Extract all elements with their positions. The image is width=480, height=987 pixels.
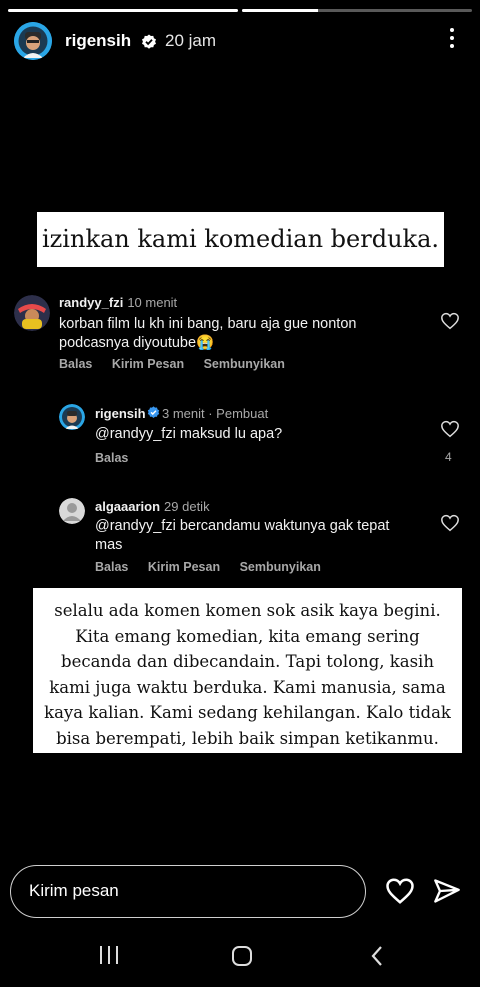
comment-text: @randyy_fzi bercandamu waktunya gak tepa… — [95, 518, 390, 553]
send-message-button[interactable]: Kirim Pesan — [112, 357, 184, 371]
comment-time: 10 menit — [127, 295, 178, 310]
commenter-avatar[interactable] — [14, 295, 50, 331]
story-timestamp: 20 jam — [165, 31, 217, 50]
story-author-name[interactable]: rigensih — [65, 31, 131, 51]
story-author-avatar[interactable] — [14, 22, 52, 60]
heart-outline-icon[interactable] — [440, 312, 460, 330]
recent-apps-icon[interactable] — [98, 945, 120, 965]
comment-username[interactable]: algaaarion 29 detik — [95, 499, 210, 514]
send-message-input[interactable]: Kirim pesan — [10, 865, 366, 918]
comment-actions: Balas Kirim Pesan Sembunyikan — [95, 560, 337, 574]
commenter-avatar[interactable] — [59, 404, 85, 430]
heart-outline-icon[interactable] — [440, 514, 460, 532]
reply-button[interactable]: Balas — [95, 560, 128, 574]
more-vertical-icon[interactable] — [445, 28, 459, 54]
comment-text: korban film lu kh ini bang, baru aja gue… — [59, 316, 357, 351]
like-count: 4 — [445, 450, 452, 464]
comment-time: 3 menit · Pembuat — [162, 406, 269, 421]
comment-actions: Balas — [95, 451, 144, 465]
comment-text: @randyy_fzi maksud lu apa? — [95, 426, 283, 442]
reply-button[interactable]: Balas — [95, 451, 128, 465]
heart-outline-icon[interactable] — [440, 420, 460, 438]
comment-actions: Balas Kirim Pesan Sembunyikan — [59, 357, 301, 371]
reply-button[interactable]: Balas — [59, 357, 92, 371]
hide-button[interactable]: Sembunyikan — [240, 560, 321, 574]
send-message-button[interactable]: Kirim Pesan — [148, 560, 220, 574]
heart-outline-icon[interactable] — [385, 877, 415, 905]
home-icon[interactable] — [231, 945, 253, 967]
commenter-avatar[interactable] — [59, 498, 85, 524]
story-progress-2 — [242, 9, 472, 12]
hide-button[interactable]: Sembunyikan — [204, 357, 285, 371]
paper-plane-icon[interactable] — [433, 878, 461, 904]
verified-badge-icon — [142, 34, 156, 49]
comment-username[interactable]: rigensih — [95, 406, 146, 421]
verified-badge-icon — [147, 406, 160, 418]
story-viewer[interactable]: rigensih 20 jam izinkan kami komedian be… — [0, 0, 480, 855]
story-title-card: izinkan kami komedian berduka. — [37, 212, 444, 267]
back-icon[interactable] — [370, 945, 384, 967]
comment-username[interactable]: randyy_fzi 10 menit — [59, 295, 177, 310]
story-quote-card: selalu ada komen komen sok asik kaya beg… — [33, 588, 462, 753]
comment-time: 29 detik — [164, 499, 210, 514]
story-progress-1 — [8, 9, 238, 12]
